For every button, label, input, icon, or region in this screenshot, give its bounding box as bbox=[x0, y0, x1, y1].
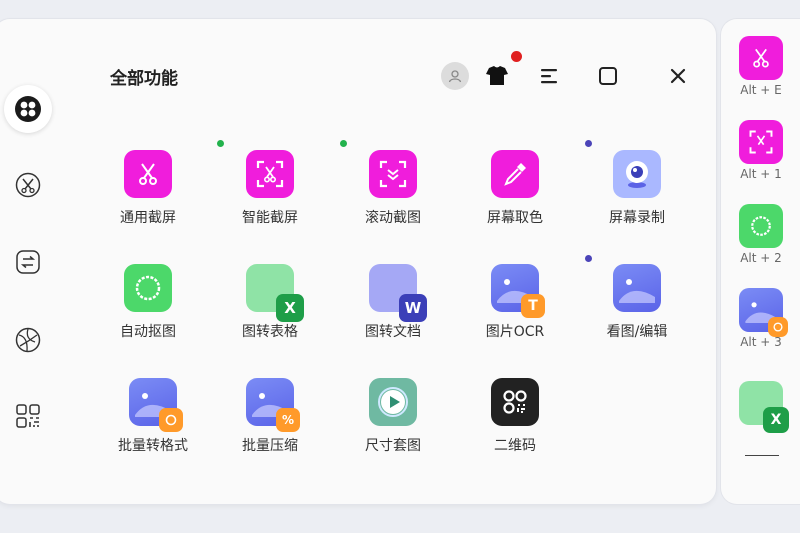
tool-label: 屏幕录制 bbox=[609, 210, 665, 226]
tool-label: 图转文档 bbox=[365, 324, 421, 340]
tool-batch-convert[interactable]: 批量转格式 bbox=[93, 378, 213, 455]
color-picker-icon bbox=[491, 150, 539, 198]
scissors-icon bbox=[739, 36, 783, 80]
tool-label: 尺寸套图 bbox=[365, 438, 421, 454]
image-to-excel-icon: X bbox=[246, 264, 304, 322]
new-indicator-dot bbox=[585, 140, 592, 147]
tool-label: 二维码 bbox=[494, 438, 536, 454]
shortcut-key-label: Alt + 3 bbox=[740, 335, 782, 349]
page-title: 全部功能 bbox=[110, 69, 178, 89]
batch-compress-icon: % bbox=[246, 378, 300, 432]
shortcut-smart-screenshot[interactable]: Alt + 1 bbox=[739, 120, 783, 181]
menu-button[interactable] bbox=[538, 64, 562, 88]
rail-screenshot[interactable] bbox=[8, 165, 48, 205]
aperture-icon bbox=[15, 327, 41, 353]
skin-button[interactable] bbox=[482, 60, 512, 90]
tool-label: 滚动截图 bbox=[365, 210, 421, 226]
new-indicator-dot bbox=[585, 255, 592, 262]
tool-image-to-excel[interactable]: X 图转表格 bbox=[210, 264, 330, 341]
tool-color-picker[interactable]: 屏幕取色 bbox=[455, 150, 575, 227]
tool-label: 自动抠图 bbox=[120, 324, 176, 340]
rail-all-functions[interactable] bbox=[4, 85, 52, 133]
tool-smart-screenshot[interactable]: 智能截屏 bbox=[210, 150, 330, 227]
rail-image[interactable] bbox=[8, 320, 48, 360]
size-template-icon bbox=[369, 378, 417, 426]
close-button[interactable] bbox=[666, 64, 690, 88]
tool-general-screenshot[interactable]: 通用截屏 bbox=[88, 150, 208, 227]
tool-label: 图转表格 bbox=[242, 324, 298, 340]
scissors-icon bbox=[15, 172, 41, 198]
shortcut-key-label: Alt + E bbox=[740, 83, 782, 97]
tool-label: 屏幕取色 bbox=[487, 210, 543, 226]
maximize-icon bbox=[599, 67, 617, 85]
rail-convert[interactable] bbox=[8, 242, 48, 282]
smart-capture-icon bbox=[246, 150, 294, 198]
shortcut-key-label: Alt + 1 bbox=[740, 167, 782, 181]
tool-label: 通用截屏 bbox=[120, 210, 176, 226]
tool-screen-record[interactable]: 屏幕录制 bbox=[577, 150, 697, 227]
tool-batch-compress[interactable]: % 批量压缩 bbox=[210, 378, 330, 455]
rail-tools[interactable] bbox=[8, 396, 48, 436]
shortcut-image-to-excel[interactable]: X bbox=[739, 381, 789, 433]
cutout-icon bbox=[124, 264, 172, 312]
new-indicator-dot bbox=[217, 140, 224, 147]
image-to-excel-icon: X bbox=[739, 381, 789, 433]
cutout-icon bbox=[739, 204, 783, 248]
maximize-button[interactable] bbox=[596, 64, 620, 88]
qr-code-icon bbox=[16, 404, 40, 428]
tool-image-viewer[interactable]: 看图/编辑 bbox=[577, 264, 697, 341]
shortcut-key-label: Alt + 2 bbox=[740, 251, 782, 265]
close-icon bbox=[670, 68, 686, 84]
new-indicator-dot bbox=[340, 140, 347, 147]
shortcut-batch-convert[interactable]: Alt + 3 bbox=[739, 288, 788, 349]
convert-icon bbox=[16, 250, 40, 274]
tool-label: 看图/编辑 bbox=[606, 324, 668, 340]
menu-icon bbox=[541, 69, 557, 84]
smart-capture-icon bbox=[739, 120, 783, 164]
scroll-capture-icon bbox=[369, 150, 417, 198]
tool-image-to-word[interactable]: W 图转文档 bbox=[333, 264, 453, 341]
divider bbox=[745, 455, 779, 456]
tool-image-ocr[interactable]: T 图片OCR bbox=[455, 264, 575, 341]
image-to-word-icon: W bbox=[369, 264, 427, 322]
ocr-icon: T bbox=[491, 264, 545, 318]
avatar-icon bbox=[448, 70, 462, 83]
batch-convert-icon bbox=[739, 288, 788, 337]
tool-size-template[interactable]: 尺寸套图 bbox=[333, 378, 453, 455]
batch-convert-icon bbox=[129, 378, 183, 432]
tool-label: 批量压缩 bbox=[242, 438, 298, 454]
shortcut-general-screenshot[interactable]: Alt + E bbox=[739, 36, 783, 97]
scissors-icon bbox=[124, 150, 172, 198]
shortcut-auto-cutout[interactable]: Alt + 2 bbox=[739, 204, 783, 265]
qr-code-icon bbox=[491, 378, 539, 426]
tool-qr-code[interactable]: 二维码 bbox=[455, 378, 575, 455]
notification-dot bbox=[511, 51, 522, 62]
tool-label: 智能截屏 bbox=[242, 210, 298, 226]
tool-scroll-screenshot[interactable]: 滚动截图 bbox=[333, 150, 453, 227]
apps-grid-icon bbox=[15, 96, 41, 122]
image-viewer-icon bbox=[613, 264, 661, 312]
skin-icon bbox=[486, 66, 508, 85]
tool-label: 图片OCR bbox=[485, 324, 545, 340]
webcam-icon bbox=[613, 150, 661, 198]
tool-label: 批量转格式 bbox=[118, 438, 188, 454]
avatar[interactable] bbox=[441, 62, 469, 90]
tool-auto-cutout[interactable]: 自动抠图 bbox=[88, 264, 208, 341]
